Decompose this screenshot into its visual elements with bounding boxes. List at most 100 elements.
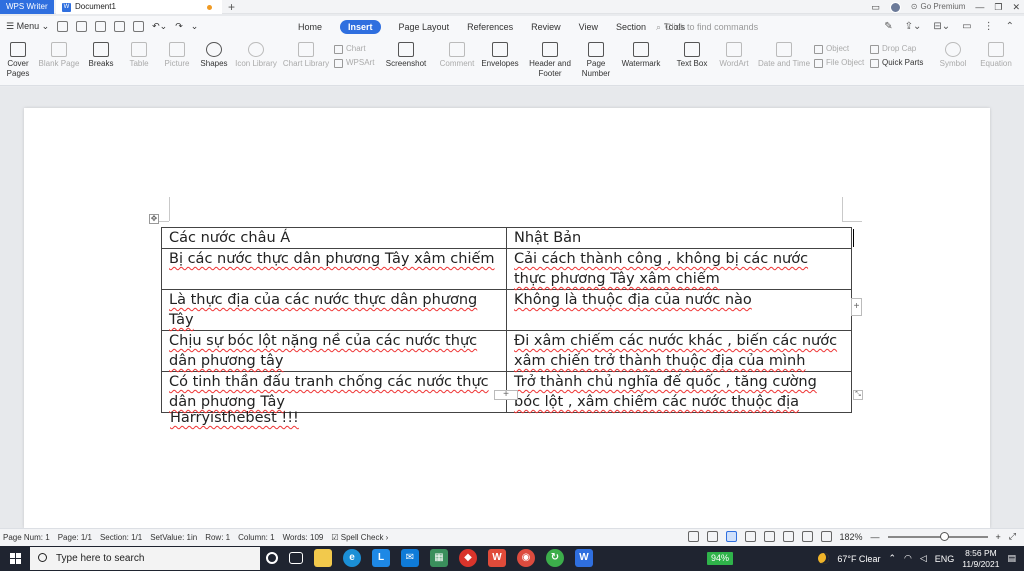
windows-start-icon[interactable] <box>10 553 21 564</box>
status-set-value[interactable]: SetValue: 1in <box>150 533 197 542</box>
tab-home[interactable]: Home <box>298 20 322 34</box>
table-cell[interactable]: Các nước châu Á <box>161 227 507 249</box>
table-cell[interactable]: Có tinh thần đấu tranh chống các nước th… <box>161 371 507 413</box>
icon-library-button[interactable]: Icon Library <box>234 42 278 69</box>
wps-icon[interactable]: W <box>488 549 506 567</box>
status-row[interactable]: Row: 1 <box>205 533 230 542</box>
envelopes-button[interactable]: Envelopes <box>480 42 520 69</box>
zoom-in-icon[interactable]: + <box>996 532 1001 542</box>
weather-text[interactable]: 67°F Clear <box>837 554 880 564</box>
table-cell[interactable]: Bị các nước thực dân phương Tây xâm chiế… <box>161 248 507 290</box>
watermark-button[interactable]: Watermark <box>618 42 664 69</box>
print-icon[interactable] <box>114 21 126 32</box>
table-cell[interactable]: Chịu sự bóc lột nặng nề của các nước thự… <box>161 330 507 372</box>
cortana-icon[interactable] <box>266 552 278 564</box>
collapse-ribbon-icon[interactable]: ⌃ <box>1006 21 1014 32</box>
add-column-icon[interactable]: + <box>851 298 862 316</box>
restore-icon[interactable]: ❐ <box>994 0 1002 14</box>
print-preview-icon[interactable] <box>133 21 145 32</box>
format-painter-icon[interactable] <box>95 21 107 32</box>
text-box-button[interactable]: Text Box <box>672 42 712 69</box>
app-name-tab[interactable]: WPS Writer <box>0 0 54 14</box>
edge-icon[interactable]: e <box>343 549 361 567</box>
taskbar-search-input[interactable]: Type here to search <box>30 547 260 570</box>
document-page[interactable]: ✥ Các nước châu Á Nhật Bản Bị các nước t… <box>24 108 990 528</box>
app-red-icon[interactable]: ◆ <box>459 549 477 567</box>
network-icon[interactable]: ◠ <box>904 553 912 564</box>
object-button[interactable]: Object <box>814 42 868 56</box>
protect-icon[interactable] <box>706 531 718 542</box>
zoom-out-icon[interactable]: — <box>871 532 880 542</box>
spell-check-button[interactable]: ☑ Spell Check › <box>331 533 388 542</box>
web-view-icon[interactable] <box>782 531 794 542</box>
wps-writer-taskbar-icon[interactable]: W <box>575 549 593 567</box>
tab-review[interactable]: Review <box>531 20 561 34</box>
wordart-button[interactable]: WordArt <box>714 42 754 69</box>
document-tab[interactable]: W Document1 <box>56 0 222 14</box>
zoom-slider[interactable] <box>887 531 988 541</box>
picture-button[interactable]: Picture <box>160 42 194 69</box>
breaks-button[interactable]: Breaks <box>86 42 116 69</box>
chrome-icon[interactable]: ◉ <box>517 549 535 567</box>
signature-text[interactable]: Harryisthebest !!! <box>170 410 299 426</box>
file-object-button[interactable]: File Object <box>814 56 868 70</box>
new-tab-button[interactable]: + <box>228 0 235 14</box>
zoom-slider-handle[interactable] <box>939 531 949 541</box>
table-cell[interactable]: Trở thành chủ nghĩa đế quốc , tăng cường… <box>506 371 852 413</box>
drop-cap-button[interactable]: Drop Cap <box>870 42 930 56</box>
menu-button[interactable]: ☰ Menu ⌄ <box>6 21 49 32</box>
tab-references[interactable]: References <box>467 20 513 34</box>
chart-button[interactable]: Chart <box>334 42 378 56</box>
equation-button[interactable]: Equation <box>974 42 1018 69</box>
language-indicator[interactable]: ENG <box>935 554 955 564</box>
zoom-level[interactable]: 182% <box>840 532 863 542</box>
skin-icon[interactable]: ✎ <box>884 21 892 32</box>
page-view-icon[interactable] <box>725 531 737 542</box>
quick-parts-button[interactable]: Quick Parts <box>870 56 930 70</box>
share-icon[interactable]: ⇪⌄ <box>905 21 922 32</box>
comment-icon[interactable]: ▭ <box>962 21 971 32</box>
blank-page-button[interactable]: Blank Page <box>36 42 82 69</box>
tab-section[interactable]: Section <box>616 20 646 34</box>
status-page[interactable]: Page: 1/1 <box>58 533 92 542</box>
status-column[interactable]: Column: 1 <box>238 533 274 542</box>
task-view-icon[interactable] <box>289 552 303 564</box>
customize-icon[interactable]: ⌄ <box>191 21 199 32</box>
add-row-icon[interactable]: + <box>494 390 518 400</box>
read-mode-icon[interactable] <box>687 531 699 542</box>
table-resize-icon[interactable]: ⤡ <box>853 390 863 400</box>
close-icon[interactable]: ✕ <box>1012 0 1020 14</box>
battery-indicator[interactable]: 94% <box>707 552 734 565</box>
status-page-num[interactable]: Page Num: 1 <box>3 533 50 542</box>
table-cell[interactable]: Đi xâm chiếm các nước khác , biến các nư… <box>506 330 852 372</box>
chart-library-button[interactable]: Chart Library <box>282 42 330 69</box>
eye-protection-icon[interactable] <box>801 531 813 542</box>
table-cell[interactable]: Không là thuộc địa của nước nào <box>506 289 852 331</box>
wpsart-button[interactable]: WPSArt <box>334 56 378 70</box>
green-app-icon[interactable]: ↻ <box>546 549 564 567</box>
table-cell[interactable]: Nhật Bản <box>506 227 852 249</box>
store-icon[interactable]: ▦ <box>430 549 448 567</box>
fullscreen-icon[interactable]: ⤢ <box>1009 531 1016 542</box>
screenshot-button[interactable]: Screenshot <box>382 42 430 69</box>
clock[interactable]: 8:56 PM 11/9/2021 <box>962 548 999 570</box>
notifications-icon[interactable]: ▤ <box>1007 553 1016 564</box>
fit-page-icon[interactable] <box>820 531 832 542</box>
shapes-button[interactable]: Shapes <box>198 42 230 69</box>
tab-insert[interactable]: Insert <box>340 20 381 34</box>
l-app-icon[interactable]: L <box>372 549 390 567</box>
cover-pages-button[interactable]: Cover Pages <box>4 42 32 79</box>
table-move-handle-icon[interactable]: ✥ <box>149 214 159 224</box>
avatar[interactable] <box>889 1 901 13</box>
volume-icon[interactable]: ◁ <box>920 553 927 564</box>
table-cell[interactable]: Là thực địa của các nước thực dân phương… <box>161 289 507 331</box>
status-words[interactable]: Words: 109 <box>283 533 324 542</box>
document-canvas[interactable]: ✥ Các nước châu Á Nhật Bản Bị các nước t… <box>0 87 1024 528</box>
command-search[interactable]: ⌕ Click to find commands <box>656 20 758 34</box>
header-footer-button[interactable]: Header and Footer <box>526 42 574 79</box>
reading-view-icon[interactable] <box>763 531 775 542</box>
more-menu-icon[interactable]: ⊟⌄ <box>933 21 950 32</box>
page-number-button[interactable]: Page Number <box>578 42 614 79</box>
tab-page-layout[interactable]: Page Layout <box>399 20 450 34</box>
mail-icon[interactable]: ✉ <box>401 549 419 567</box>
